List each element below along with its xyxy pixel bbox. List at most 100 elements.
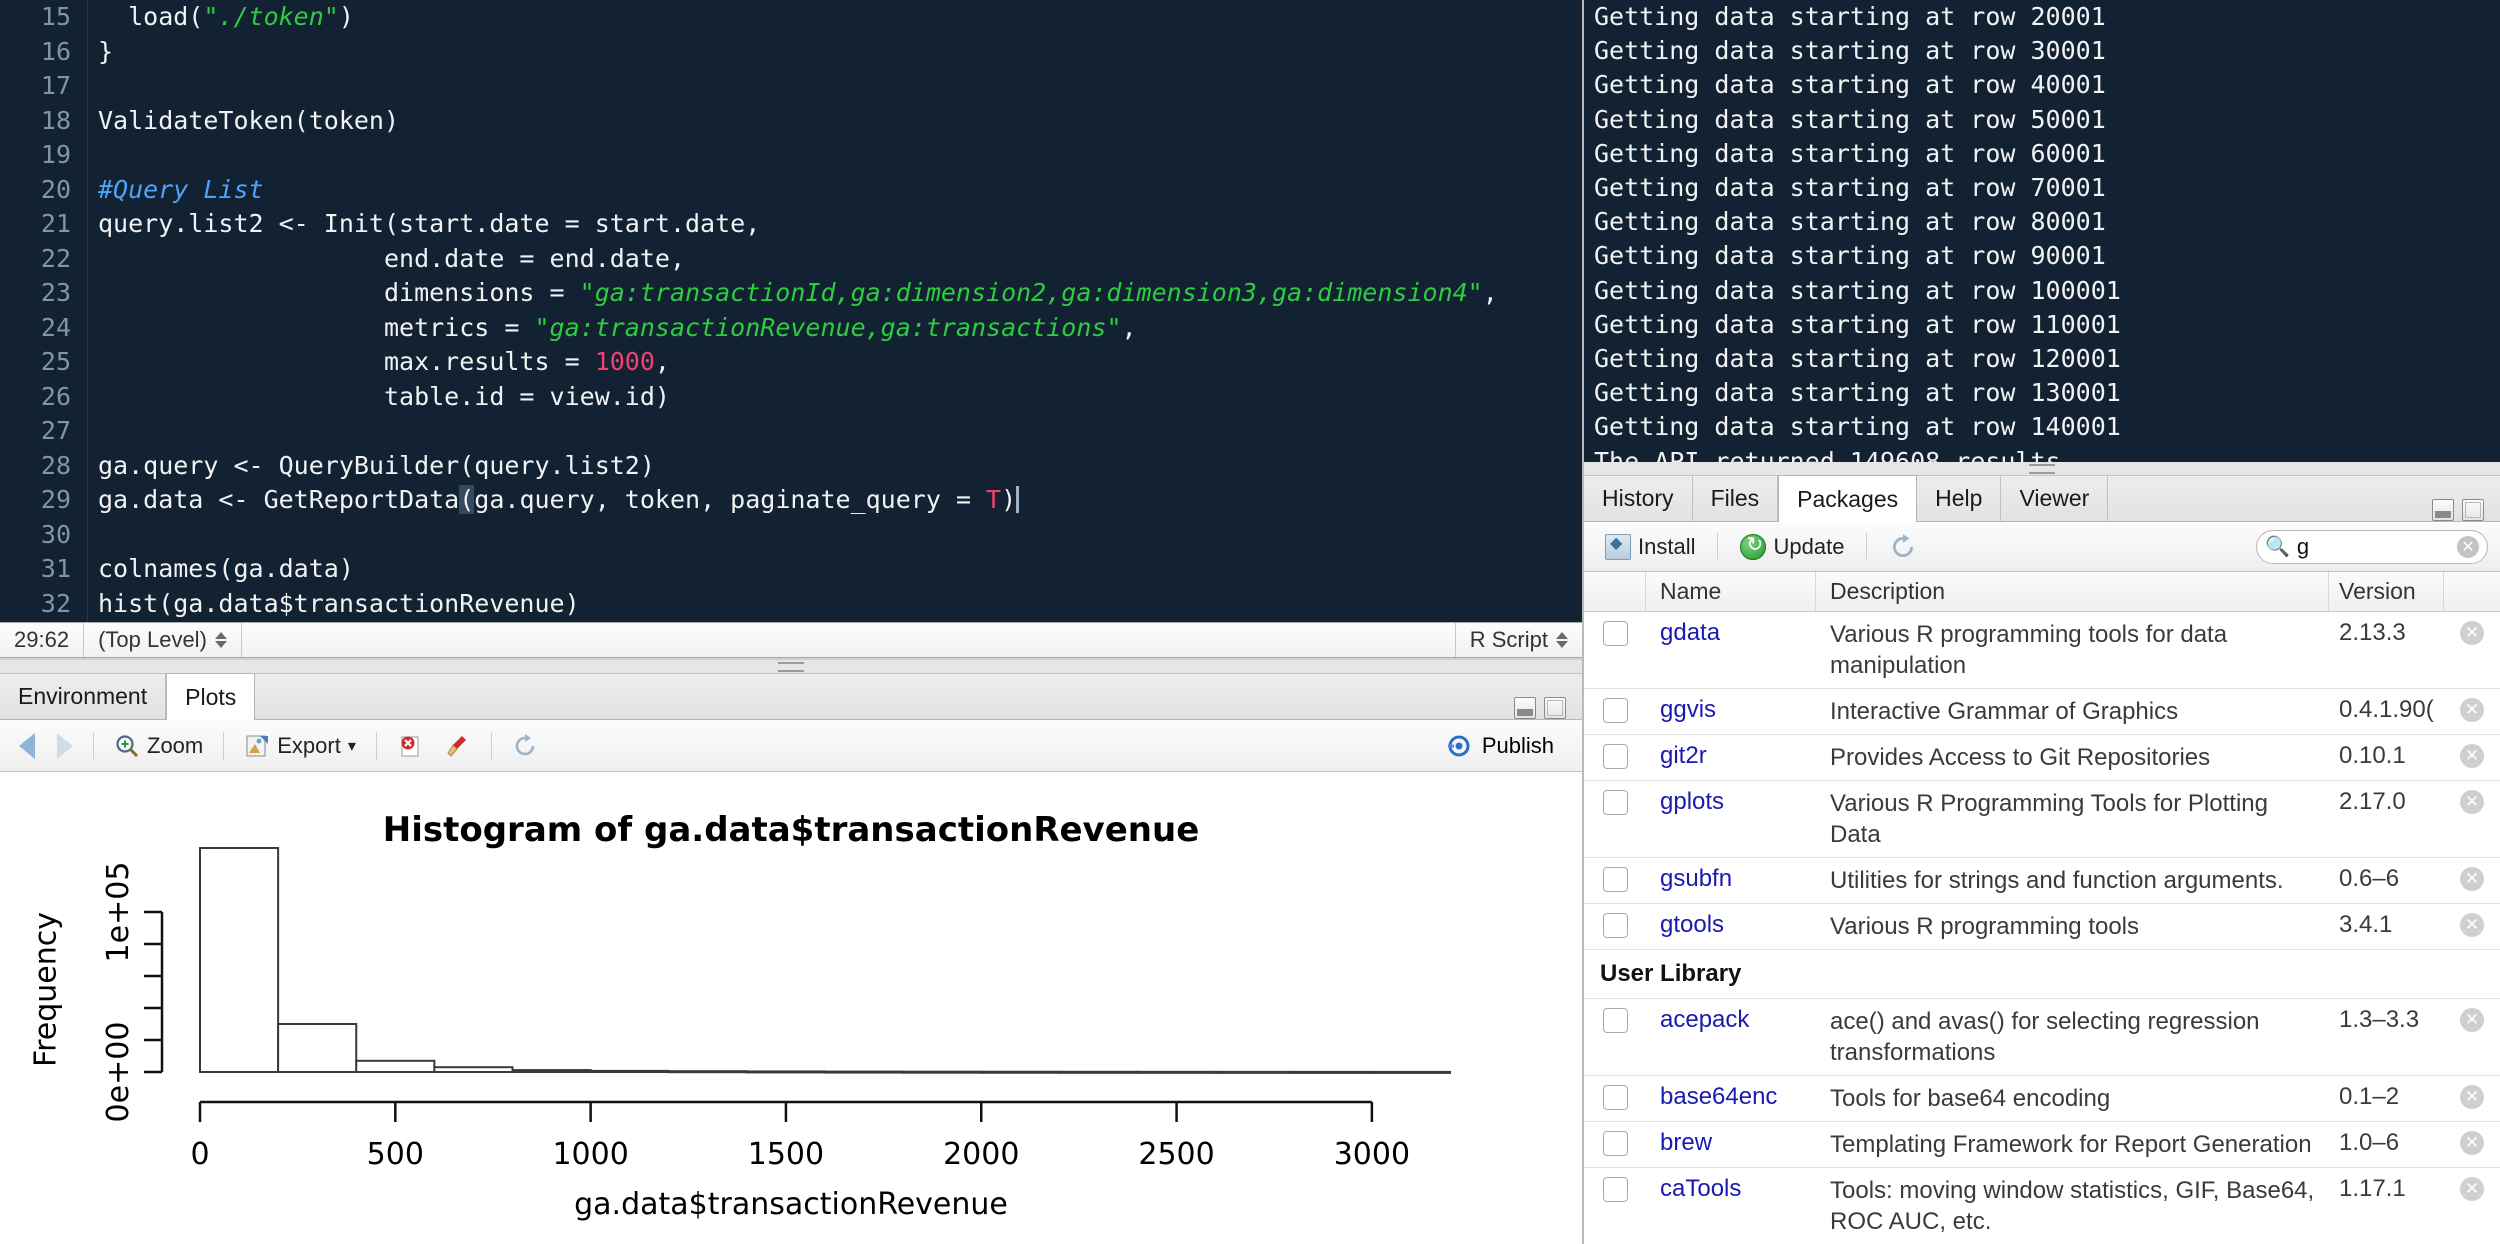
header-description[interactable]: Description	[1816, 572, 2329, 611]
remove-icon[interactable]: ✕	[2460, 698, 2484, 722]
code-line[interactable]	[98, 138, 1582, 173]
remove-icon[interactable]: ✕	[2460, 1177, 2484, 1201]
table-row[interactable]: acepackace() and avas() for selecting re…	[1584, 999, 2500, 1076]
package-checkbox-cell[interactable]	[1584, 612, 1646, 646]
minimize-icon[interactable]	[2432, 499, 2454, 521]
code-line[interactable]: metrics = "ga:transactionRevenue,ga:tran…	[98, 311, 1582, 346]
code-area[interactable]: 151617181920212223242526272829303132 loa…	[0, 0, 1582, 622]
table-row[interactable]: gdataVarious R programming tools for dat…	[1584, 612, 2500, 689]
checkbox-icon[interactable]	[1603, 913, 1628, 938]
checkbox-icon[interactable]	[1603, 790, 1628, 815]
table-row[interactable]: caToolsTools: moving window statistics, …	[1584, 1168, 2500, 1244]
remove-icon[interactable]: ✕	[2460, 621, 2484, 645]
package-checkbox-cell[interactable]	[1584, 858, 1646, 892]
scope-selector[interactable]: (Top Level)	[84, 623, 242, 657]
package-name[interactable]: gsubfn	[1646, 858, 1816, 893]
tab-history[interactable]: History	[1584, 475, 1693, 521]
export-button[interactable]: Export ▾	[235, 729, 365, 763]
tab-help[interactable]: Help	[1917, 475, 2001, 521]
code-line[interactable]: end.date = end.date,	[98, 242, 1582, 277]
package-search-input[interactable]: g	[2297, 534, 2450, 560]
package-name[interactable]: acepack	[1646, 999, 1816, 1034]
zoom-button[interactable]: Zoom	[105, 729, 212, 763]
refresh-packages-button[interactable]	[1880, 529, 1926, 565]
tab-environment[interactable]: Environment	[0, 673, 166, 719]
code-line[interactable]: }	[98, 35, 1582, 70]
file-type-selector[interactable]: R Script	[1455, 623, 1582, 657]
code-line[interactable]	[98, 518, 1582, 553]
header-version[interactable]: Version	[2329, 572, 2444, 611]
remove-icon[interactable]: ✕	[2460, 790, 2484, 814]
maximize-icon[interactable]	[1544, 697, 1566, 719]
package-name[interactable]: gdata	[1646, 612, 1816, 647]
remove-package-button[interactable]: ✕	[2444, 904, 2500, 937]
code-line[interactable]	[98, 414, 1582, 449]
remove-icon[interactable]: ✕	[2460, 744, 2484, 768]
checkbox-icon[interactable]	[1603, 867, 1628, 892]
remove-package-button[interactable]: ✕	[2444, 1076, 2500, 1109]
table-row[interactable]: brewTemplating Framework for Report Gene…	[1584, 1122, 2500, 1168]
remove-icon[interactable]: ✕	[2460, 867, 2484, 891]
code-line[interactable]: ga.query <- QueryBuilder(query.list2)	[98, 449, 1582, 484]
code-line[interactable]: dimensions = "ga:transactionId,ga:dimens…	[98, 276, 1582, 311]
header-name[interactable]: Name	[1646, 572, 1816, 611]
source-editor-pane[interactable]: 151617181920212223242526272829303132 loa…	[0, 0, 1582, 622]
clear-all-plots-button[interactable]	[436, 729, 480, 763]
remove-icon[interactable]: ✕	[2460, 1131, 2484, 1155]
package-checkbox-cell[interactable]	[1584, 735, 1646, 769]
pane-resize-grip[interactable]	[1584, 462, 2500, 476]
table-row[interactable]: ggvisInteractive Grammar of Graphics0.4.…	[1584, 689, 2500, 735]
checkbox-icon[interactable]	[1603, 1131, 1628, 1156]
package-name[interactable]: base64enc	[1646, 1076, 1816, 1111]
plot-forward-button[interactable]	[48, 729, 82, 763]
remove-icon[interactable]: ✕	[2460, 913, 2484, 937]
code-line[interactable]: ValidateToken(token)	[98, 104, 1582, 139]
package-checkbox-cell[interactable]	[1584, 1076, 1646, 1110]
package-name[interactable]: git2r	[1646, 735, 1816, 770]
table-row[interactable]: git2rProvides Access to Git Repositories…	[1584, 735, 2500, 781]
table-row[interactable]: gplotsVarious R Programming Tools for Pl…	[1584, 781, 2500, 858]
checkbox-icon[interactable]	[1603, 744, 1628, 769]
remove-package-button[interactable]: ✕	[2444, 689, 2500, 722]
tab-files[interactable]: Files	[1693, 475, 1779, 521]
chevron-updown-icon[interactable]	[215, 632, 227, 648]
pane-resize-grip[interactable]	[0, 660, 1582, 674]
table-row[interactable]: gsubfnUtilities for strings and function…	[1584, 858, 2500, 904]
code-line[interactable]: load("./token")	[98, 0, 1582, 35]
package-name[interactable]: ggvis	[1646, 689, 1816, 724]
package-checkbox-cell[interactable]	[1584, 1122, 1646, 1156]
code-lines[interactable]: load("./token")} ValidateToken(token) #Que…	[88, 0, 1582, 622]
packages-list[interactable]: gdataVarious R programming tools for dat…	[1584, 612, 2500, 1244]
remove-icon[interactable]: ✕	[2460, 1008, 2484, 1032]
code-line[interactable]: max.results = 1000,	[98, 345, 1582, 380]
remove-package-button[interactable]: ✕	[2444, 999, 2500, 1032]
remove-package-button[interactable]: ✕	[2444, 858, 2500, 891]
install-button[interactable]: Install	[1596, 530, 1704, 564]
tab-plots[interactable]: Plots	[166, 673, 255, 720]
refresh-plot-button[interactable]	[503, 729, 547, 763]
code-line[interactable]: table.id = view.id)	[98, 380, 1582, 415]
tab-viewer[interactable]: Viewer	[2001, 475, 2108, 521]
remove-package-button[interactable]: ✕	[2444, 612, 2500, 645]
minimize-icon[interactable]	[1514, 697, 1536, 719]
table-row[interactable]: base64encTools for base64 encoding0.1–2✕	[1584, 1076, 2500, 1122]
remove-package-button[interactable]: ✕	[2444, 1122, 2500, 1155]
package-checkbox-cell[interactable]	[1584, 904, 1646, 938]
package-checkbox-cell[interactable]	[1584, 1168, 1646, 1202]
checkbox-icon[interactable]	[1603, 698, 1628, 723]
checkbox-icon[interactable]	[1603, 1008, 1628, 1033]
plot-back-button[interactable]	[10, 729, 44, 763]
package-checkbox-cell[interactable]	[1584, 689, 1646, 723]
remove-icon[interactable]: ✕	[2460, 1085, 2484, 1109]
code-line[interactable]	[98, 69, 1582, 104]
remove-plot-button[interactable]	[388, 729, 432, 763]
package-checkbox-cell[interactable]	[1584, 999, 1646, 1033]
remove-package-button[interactable]: ✕	[2444, 781, 2500, 814]
code-line[interactable]: #Query List	[98, 173, 1582, 208]
package-name[interactable]: gplots	[1646, 781, 1816, 816]
table-row[interactable]: gtoolsVarious R programming tools3.4.1✕	[1584, 904, 2500, 950]
code-line[interactable]: colnames(ga.data)	[98, 552, 1582, 587]
package-search-box[interactable]: 🔍 g ✕	[2256, 530, 2488, 564]
publish-button[interactable]: Publish	[1445, 733, 1572, 759]
console-pane[interactable]: Getting data starting at row 20001Gettin…	[1584, 0, 2500, 462]
